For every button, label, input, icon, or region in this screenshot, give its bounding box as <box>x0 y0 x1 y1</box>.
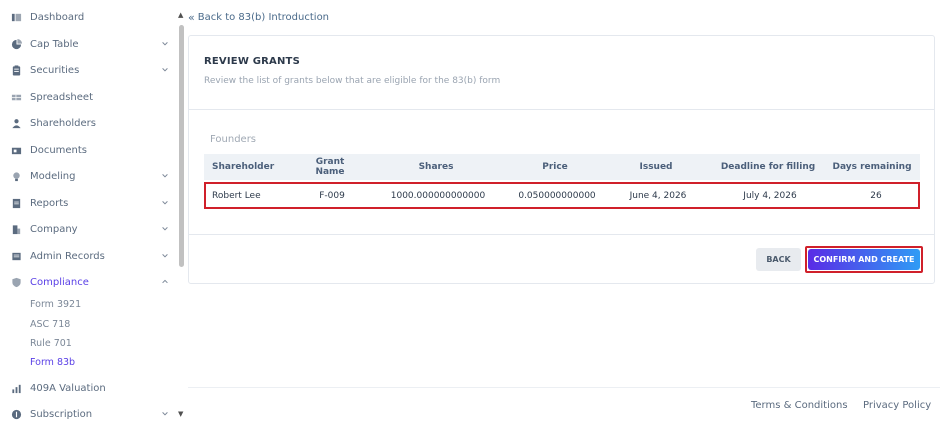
sidebar-scrollbar-thumb[interactable] <box>179 25 184 267</box>
scroll-down-arrow-icon[interactable]: ▼ <box>178 410 183 418</box>
sidebar-item-label: Reports <box>30 197 69 209</box>
sidebar-item-documents[interactable]: Documents <box>0 138 176 162</box>
sidebar-subitem-form-83b[interactable]: Form 83b <box>30 357 75 368</box>
column-header: Days remaining <box>832 162 912 172</box>
documents-icon <box>10 144 22 156</box>
chevron-down-icon <box>160 171 170 181</box>
sidebar-item-spreadsheet[interactable]: Spreadsheet <box>0 85 176 109</box>
sidebar-item-label: Subscription <box>30 408 93 420</box>
chevron-down-icon <box>160 198 170 208</box>
admin-records-icon <box>10 250 22 262</box>
section-label: Founders <box>210 134 257 145</box>
dashboard-icon <box>10 11 22 23</box>
pie-chart-icon <box>10 38 22 50</box>
terms-link[interactable]: Terms & Conditions <box>751 400 848 411</box>
cell-grant-name: F-009 <box>319 191 345 201</box>
sidebar-item-company[interactable]: Company <box>0 217 176 241</box>
back-link-label: Back to 83(b) Introduction <box>197 12 330 23</box>
bulb-icon <box>10 170 22 182</box>
sidebar-item-label: Documents <box>30 144 88 156</box>
sidebar-item-label: Company <box>30 223 78 235</box>
cell-shares: 1000.000000000000 <box>390 191 486 201</box>
card-subtitle: Review the list of grants below that are… <box>204 76 501 86</box>
sidebar-subitem-asc-718[interactable]: ASC 718 <box>30 319 70 330</box>
chevron-down-icon <box>160 65 170 75</box>
clipboard-icon <box>10 64 22 76</box>
sidebar-item-subscription[interactable]: Subscription <box>0 402 176 426</box>
sidebar-item-shareholders[interactable]: Shareholders <box>0 111 176 135</box>
sidebar-item-label: Dashboard <box>30 11 85 23</box>
chevron-down-icon <box>160 409 170 419</box>
shield-icon <box>10 276 22 288</box>
column-header: Shareholder <box>212 162 275 172</box>
company-icon <box>10 223 22 235</box>
column-header: Price <box>542 162 568 172</box>
sidebar-item-label: Modeling <box>30 170 76 182</box>
sidebar-subitem-form-3921[interactable]: Form 3921 <box>30 299 81 310</box>
cell-price: 0.050000000000 <box>518 191 596 201</box>
sidebar-item-reports[interactable]: Reports <box>0 191 176 215</box>
review-grants-card: REVIEW GRANTS Review the list of grants … <box>188 35 935 284</box>
spreadsheet-icon <box>10 91 22 103</box>
user-icon <box>10 117 22 129</box>
chevron-up-icon <box>160 277 170 287</box>
sidebar-item-modeling[interactable]: Modeling <box>0 164 176 188</box>
cell-deadline: July 4, 2026 <box>743 191 797 201</box>
subscription-icon <box>10 408 22 420</box>
cell-issued: June 4, 2026 <box>629 191 687 201</box>
sidebar-item-label: Spreadsheet <box>30 91 93 103</box>
back-to-intro-link[interactable]: « Back to 83(b) Introduction <box>188 11 329 24</box>
sidebar-item-cap-table[interactable]: Cap Table <box>0 32 176 56</box>
card-title: REVIEW GRANTS <box>204 56 300 67</box>
chevron-down-icon <box>160 224 170 234</box>
sidebar-item-label: Admin Records <box>30 250 105 262</box>
cell-shareholder: Robert Lee <box>212 191 261 201</box>
column-header: Grant Name <box>315 157 345 177</box>
sidebar-subitem-rule-701[interactable]: Rule 701 <box>30 338 72 349</box>
sidebar: Dashboard Cap Table Securities Spreadshe… <box>0 0 176 429</box>
sidebar-item-label: 409A Valuation <box>30 382 106 394</box>
back-button[interactable]: BACK <box>756 248 801 271</box>
table-row[interactable]: Robert Lee F-009 1000.000000000000 0.050… <box>204 182 920 209</box>
divider <box>189 234 934 235</box>
sidebar-item-label: Compliance <box>30 276 89 288</box>
sidebar-item-label: Shareholders <box>30 117 96 129</box>
reports-icon <box>10 197 22 209</box>
chevron-down-icon <box>160 39 170 49</box>
column-header: Deadline for filling <box>720 162 816 172</box>
double-chevron-left-icon: « <box>188 11 195 24</box>
privacy-link[interactable]: Privacy Policy <box>863 400 931 411</box>
sidebar-item-securities[interactable]: Securities <box>0 58 176 82</box>
card-header: REVIEW GRANTS Review the list of grants … <box>189 36 934 110</box>
cell-days-remaining: 26 <box>870 191 882 201</box>
sidebar-item-label: Cap Table <box>30 38 79 50</box>
column-header: Shares <box>418 162 454 172</box>
footer-divider <box>188 387 940 388</box>
sidebar-item-label: Securities <box>30 64 80 76</box>
scroll-up-arrow-icon[interactable]: ▲ <box>178 11 183 19</box>
column-header: Issued <box>639 162 673 172</box>
sidebar-item-409a-valuation[interactable]: 409A Valuation <box>0 376 176 400</box>
chevron-down-icon <box>160 251 170 261</box>
table-header: Shareholder Grant Name Shares Price Issu… <box>204 154 920 180</box>
confirm-and-create-button[interactable]: CONFIRM AND CREATE <box>808 249 920 270</box>
sidebar-item-admin-records[interactable]: Admin Records <box>0 244 176 268</box>
valuation-icon <box>10 382 22 394</box>
sidebar-item-compliance[interactable]: Compliance <box>0 270 176 294</box>
sidebar-item-dashboard[interactable]: Dashboard <box>0 5 176 29</box>
